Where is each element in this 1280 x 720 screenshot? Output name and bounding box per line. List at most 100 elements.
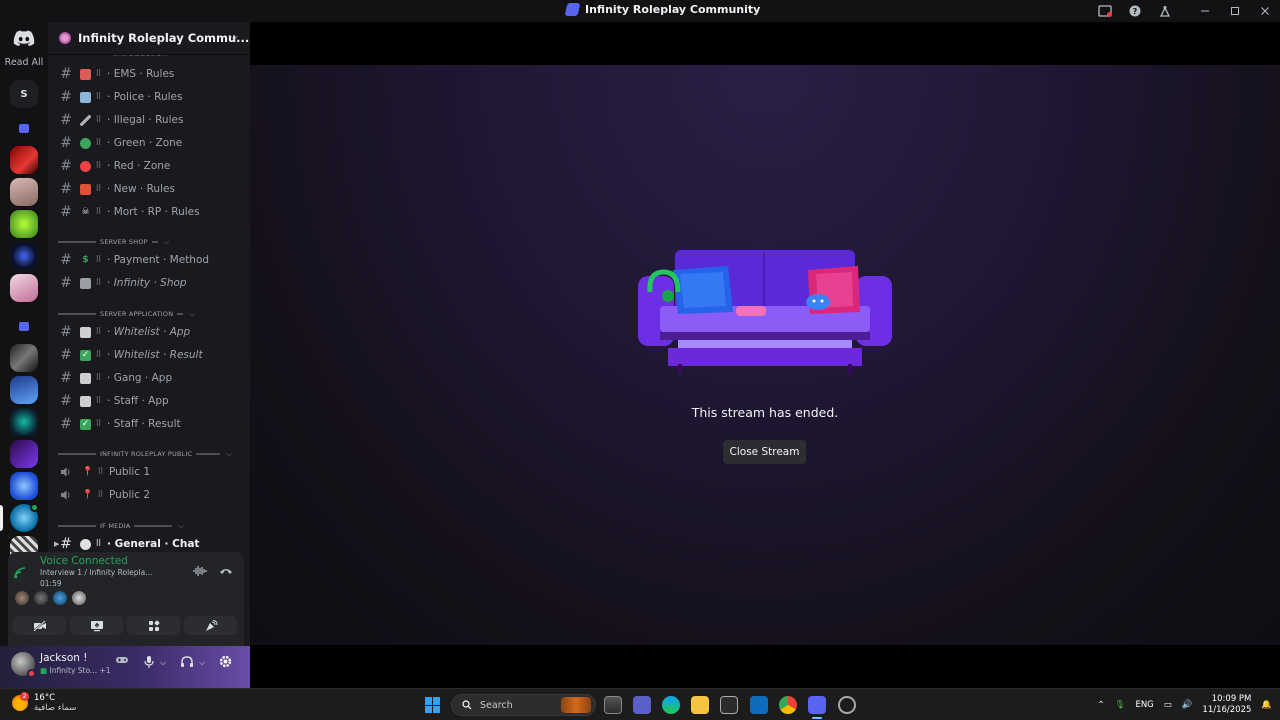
text-channel-icon: # bbox=[60, 536, 72, 552]
game-controller-icon[interactable] bbox=[115, 655, 129, 668]
channel-whitelist-app[interactable]: # ll · Whitelist · App bbox=[56, 321, 246, 343]
voice-status[interactable]: Voice Connected bbox=[40, 555, 128, 567]
activities-button[interactable] bbox=[127, 616, 180, 635]
server-icon[interactable] bbox=[10, 242, 38, 270]
edge-browser-icon[interactable] bbox=[662, 696, 680, 714]
avatar[interactable] bbox=[71, 590, 87, 606]
channel-gang-app[interactable]: # ll · Gang · App bbox=[56, 367, 246, 389]
language-indicator[interactable]: ENG bbox=[1135, 700, 1153, 710]
settings-gear-icon[interactable] bbox=[218, 654, 233, 672]
discord-home-icon[interactable] bbox=[13, 30, 35, 46]
channel-label: · Gang · App bbox=[107, 372, 173, 384]
mail-icon[interactable] bbox=[750, 696, 768, 714]
category-label: SERVER SHOP bbox=[100, 238, 148, 246]
channel-staff-result[interactable]: # ✓ ll · Staff · Result bbox=[56, 413, 246, 435]
microphone-icon[interactable] bbox=[143, 655, 155, 672]
channel-whitelist-result[interactable]: # ✓ ll · Whitelist · Result bbox=[56, 344, 246, 366]
weather-widget[interactable]: 2 16°C سماء صافية bbox=[12, 692, 76, 713]
maximize-button[interactable] bbox=[1220, 3, 1250, 19]
noise-suppression-icon[interactable] bbox=[193, 565, 207, 577]
settings-app-icon[interactable] bbox=[838, 696, 856, 714]
avatar[interactable] bbox=[14, 590, 30, 606]
server-icon[interactable] bbox=[10, 178, 38, 206]
search-highlight-image bbox=[561, 697, 591, 713]
channel-police-rules[interactable]: # ll · Police · Rules bbox=[56, 86, 246, 108]
connection-signal-icon[interactable] bbox=[14, 567, 28, 579]
server-folder-icon[interactable] bbox=[10, 312, 38, 340]
server-icon[interactable] bbox=[10, 210, 38, 238]
taskbar-search[interactable]: Search bbox=[451, 694, 596, 716]
status-badge bbox=[30, 503, 39, 512]
separator: ll bbox=[96, 539, 102, 549]
discord-taskbar-icon[interactable] bbox=[808, 696, 826, 714]
headphones-icon[interactable] bbox=[180, 655, 194, 671]
chevron-down-icon[interactable]: ⌵ bbox=[199, 658, 205, 668]
chrome-icon[interactable] bbox=[779, 696, 797, 714]
server-icon[interactable] bbox=[10, 440, 38, 468]
channel-red-zone[interactable]: # ll · Red · Zone bbox=[56, 155, 246, 177]
voice-channel-name[interactable]: Interview 1 / Infinity Roleplа... bbox=[40, 568, 152, 577]
category-line bbox=[151, 241, 158, 243]
search-placeholder: Search bbox=[480, 699, 513, 711]
read-all-button[interactable]: Read All bbox=[0, 57, 48, 68]
screen-share-button[interactable] bbox=[70, 616, 123, 635]
channel-ems-rules[interactable]: # ll · EMS · Rules bbox=[56, 63, 246, 85]
extension-icon[interactable] bbox=[1150, 3, 1180, 19]
server-icon[interactable] bbox=[10, 274, 38, 302]
channel-green-zone[interactable]: # ll · Green · Zone bbox=[56, 132, 246, 154]
channel-illegal-rules[interactable]: # ll · Illegal · Rules bbox=[56, 109, 246, 131]
server-folder-icon[interactable] bbox=[10, 114, 38, 142]
server-icon[interactable] bbox=[10, 408, 38, 436]
close-stream-button[interactable]: Close Stream bbox=[723, 440, 806, 464]
notification-bell-icon[interactable]: 🔔 bbox=[1261, 700, 1272, 710]
category-server-shop[interactable]: SERVER SHOP ⌵ bbox=[58, 236, 169, 248]
windows-start-icon[interactable] bbox=[425, 697, 441, 713]
separator: ll bbox=[96, 327, 102, 337]
task-view-icon[interactable] bbox=[604, 696, 622, 714]
avatar[interactable] bbox=[33, 590, 49, 606]
server-icon-active[interactable] bbox=[10, 503, 39, 532]
chevron-down-icon[interactable]: ⌵ bbox=[160, 658, 166, 668]
server-icon[interactable] bbox=[10, 146, 38, 174]
camera-off-icon bbox=[32, 619, 46, 632]
username[interactable]: Jackson ! bbox=[40, 652, 87, 664]
category-label: IF MEDIA bbox=[100, 522, 131, 530]
teams-icon[interactable] bbox=[633, 696, 651, 714]
category-server-application[interactable]: SERVER APPLICATION ⌵ bbox=[58, 308, 195, 320]
server-icon[interactable] bbox=[10, 472, 38, 500]
disconnect-icon[interactable] bbox=[219, 566, 233, 576]
channel-mort-rp-rules[interactable]: # ☠ ll · Mort · RP · Rules bbox=[56, 201, 246, 223]
inbox-icon[interactable] bbox=[1090, 3, 1120, 19]
server-icon[interactable] bbox=[10, 376, 38, 404]
channel-payment-method[interactable]: # $ ll · Payment · Method bbox=[56, 249, 246, 271]
server-icon-s[interactable]: S bbox=[10, 80, 38, 108]
channel-staff-app[interactable]: # ll · Staff · App bbox=[56, 390, 246, 412]
file-explorer-icon[interactable] bbox=[691, 696, 709, 714]
help-icon[interactable]: ? bbox=[1120, 3, 1150, 19]
camera-off-button[interactable] bbox=[13, 616, 66, 635]
category-public[interactable]: INFINITY ROLEPLAY PUBLIC ⌵ bbox=[58, 448, 232, 460]
server-header[interactable]: Infinity Roleplay Commu... ⌵ bbox=[48, 22, 250, 54]
server-emblem-icon bbox=[59, 32, 71, 44]
channel-infinity-shop[interactable]: # ll · Infinity · Shop bbox=[56, 272, 246, 294]
text-channel-icon: # bbox=[60, 370, 72, 386]
microphone-tray-icon[interactable]: 🎙 bbox=[1115, 700, 1126, 710]
avatar[interactable] bbox=[52, 590, 68, 606]
close-window-button[interactable] bbox=[1250, 3, 1280, 19]
network-icon[interactable]: ▭ bbox=[1164, 700, 1172, 710]
volume-icon[interactable]: 🔊 bbox=[1182, 700, 1193, 710]
weather-sun-icon: 2 bbox=[12, 692, 29, 711]
clock[interactable]: 10:09 PM 11/16/2025 bbox=[1202, 694, 1251, 716]
channel-new-rules[interactable]: # ll · New · Rules bbox=[56, 178, 246, 200]
soundboard-button[interactable] bbox=[184, 616, 237, 635]
category-if-media[interactable]: IF MEDIA ⌵ bbox=[58, 520, 184, 532]
clock-time: 10:09 PM bbox=[1211, 694, 1252, 704]
server-icon[interactable] bbox=[10, 344, 38, 372]
voice-channel-public-2[interactable]: 📍 ll Public 2 bbox=[56, 484, 246, 506]
category-label: SERVER APPLICATION bbox=[100, 310, 174, 318]
minimize-button[interactable] bbox=[1190, 3, 1220, 19]
chevron-up-icon[interactable]: ⌃ bbox=[1098, 700, 1105, 710]
voice-channel-public-1[interactable]: 📍 ll Public 1 bbox=[56, 461, 246, 483]
channel-label: · Red · Zone bbox=[107, 160, 171, 172]
microsoft-store-icon[interactable] bbox=[720, 696, 738, 714]
